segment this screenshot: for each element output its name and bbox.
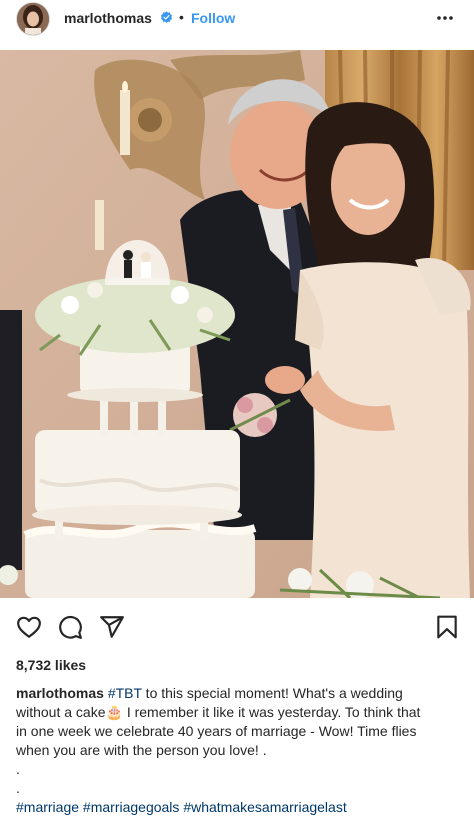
caption-line: marlothomas #TBT to this special moment!… bbox=[16, 684, 460, 703]
post-photo[interactable] bbox=[0, 50, 474, 598]
caption-text: to this special moment! What's a wedding bbox=[141, 685, 403, 701]
hashtag-marriagegoals[interactable]: #marriagegoals bbox=[83, 799, 180, 815]
hashtag-marriage[interactable]: #marriage bbox=[16, 799, 79, 815]
caption-line: when you are with the person you love! . bbox=[16, 742, 267, 758]
post-caption: marlothomas #TBT to this special moment!… bbox=[16, 684, 460, 817]
post-header: marlothomas • Follow bbox=[0, 0, 474, 50]
post-actions bbox=[0, 614, 474, 642]
share-icon[interactable] bbox=[99, 614, 125, 640]
hashtag-tbt[interactable]: #TBT bbox=[108, 685, 142, 701]
more-options-icon[interactable] bbox=[436, 12, 454, 24]
caption-text: I remember it like it was yesterday. To … bbox=[122, 704, 421, 720]
caption-line: without a cake🎂 I remember it like it wa… bbox=[16, 703, 460, 722]
cake-emoji: 🎂 bbox=[105, 704, 123, 720]
caption-dot: . bbox=[16, 761, 20, 777]
hashtag-line: #marriage #marriagegoals #whatmakesamarr… bbox=[16, 798, 460, 817]
heart-icon[interactable] bbox=[16, 614, 42, 640]
comment-icon[interactable] bbox=[57, 614, 83, 640]
caption-dot: . bbox=[16, 780, 20, 796]
header-separator: • bbox=[179, 9, 184, 25]
verified-badge-icon bbox=[160, 11, 173, 23]
caption-text: without a cake bbox=[16, 704, 106, 720]
follow-button[interactable]: Follow bbox=[191, 10, 235, 26]
likes-count[interactable]: 8,732 likes bbox=[16, 657, 86, 673]
caption-username[interactable]: marlothomas bbox=[16, 685, 104, 701]
bookmark-icon[interactable] bbox=[434, 614, 460, 640]
caption-line: in one week we celebrate 40 years of mar… bbox=[16, 723, 417, 739]
hashtag-whatmakesamarriagelast[interactable]: #whatmakesamarriagelast bbox=[183, 799, 346, 815]
post-username[interactable]: marlothomas bbox=[64, 10, 152, 26]
avatar[interactable] bbox=[16, 2, 50, 36]
